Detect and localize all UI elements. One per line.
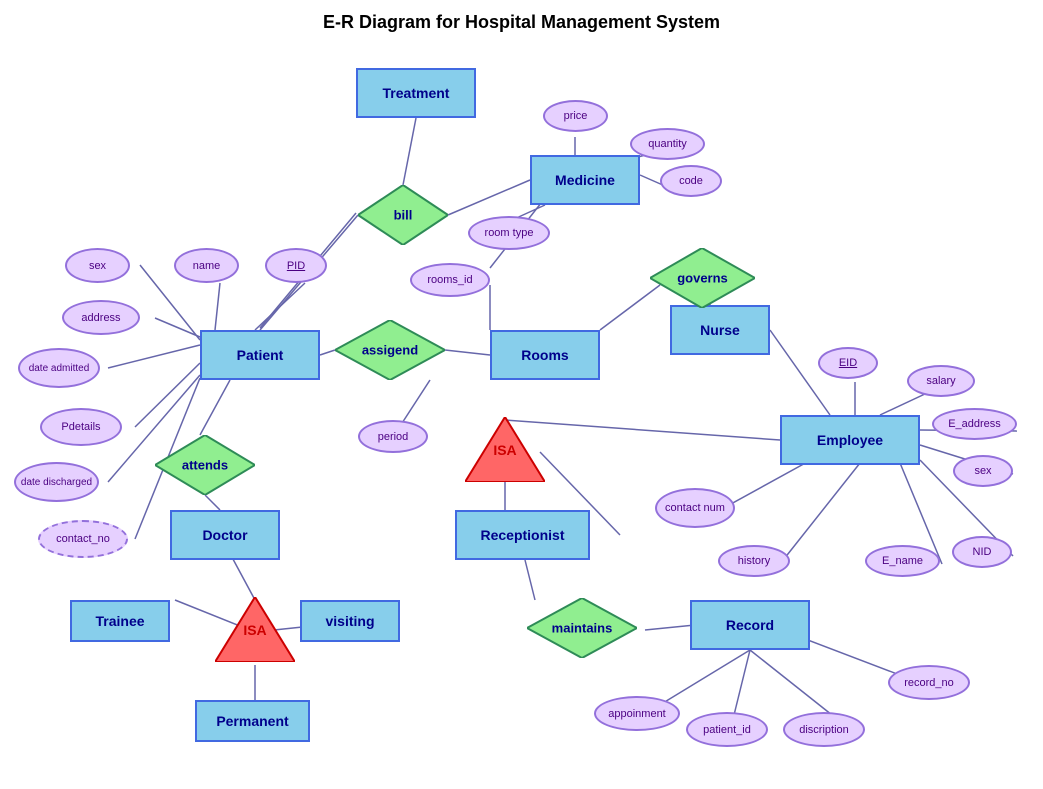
attr-contact-num: contact num xyxy=(655,488,735,528)
entity-rooms: Rooms xyxy=(490,330,600,380)
attr-salary: salary xyxy=(907,365,975,397)
attr-sex: sex xyxy=(65,248,130,283)
attr-e-address: E_address xyxy=(932,408,1017,440)
attr-period: period xyxy=(358,420,428,453)
entity-record: Record xyxy=(690,600,810,650)
attr-contact-no: contact_no xyxy=(38,520,128,558)
entity-permanent: Permanent xyxy=(195,700,310,742)
attr-sex2: sex xyxy=(953,455,1013,487)
entity-visiting: visiting xyxy=(300,600,400,642)
isa-employee-label: ISA xyxy=(493,442,516,458)
attr-date-discharged: date discharged xyxy=(14,462,99,502)
er-diagram: E-R Diagram for Hospital Management Syst… xyxy=(0,0,1043,789)
diamond-assigend: assigend xyxy=(335,320,445,380)
entity-employee: Employee xyxy=(780,415,920,465)
diamond-maintains: maintains xyxy=(527,598,637,658)
entity-treatment: Treatment xyxy=(356,68,476,118)
attr-date-admitted: date admitted xyxy=(18,348,100,388)
attr-pid: PID xyxy=(265,248,327,283)
attr-room-type: room type xyxy=(468,216,550,250)
diamond-bill: bill xyxy=(358,185,448,245)
diagram-title: E-R Diagram for Hospital Management Syst… xyxy=(0,12,1043,33)
entity-nurse: Nurse xyxy=(670,305,770,355)
entity-trainee: Trainee xyxy=(70,600,170,642)
isa-doctor: ISA xyxy=(215,597,295,662)
entity-patient: Patient xyxy=(200,330,320,380)
attr-price: price xyxy=(543,100,608,132)
attr-history: history xyxy=(718,545,790,577)
diamond-governs: governs xyxy=(650,248,755,308)
entity-doctor: Doctor xyxy=(170,510,280,560)
attr-code: code xyxy=(660,165,722,197)
attr-pdetails: Pdetails xyxy=(40,408,122,446)
diamond-maintains-label: maintains xyxy=(527,621,637,636)
attr-e-name: E_name xyxy=(865,545,940,577)
attr-quantity: quantity xyxy=(630,128,705,160)
isa-doctor-label: ISA xyxy=(243,622,266,638)
attr-nid: NID xyxy=(952,536,1012,568)
attr-appoinment: appoinment xyxy=(594,696,680,731)
diamond-governs-label: governs xyxy=(650,271,755,286)
isa-employee: ISA xyxy=(465,417,545,482)
entity-medicine: Medicine xyxy=(530,155,640,205)
attr-rooms-id: rooms_id xyxy=(410,263,490,297)
entity-receptionist: Receptionist xyxy=(455,510,590,560)
diamond-bill-label: bill xyxy=(358,208,448,223)
attr-eid: EID xyxy=(818,347,878,379)
attr-name: name xyxy=(174,248,239,283)
attr-patient-id: patient_id xyxy=(686,712,768,747)
diamond-assigend-label: assigend xyxy=(335,343,445,358)
diamond-attends: attends xyxy=(155,435,255,495)
diamond-attends-label: attends xyxy=(155,458,255,473)
attr-address: address xyxy=(62,300,140,335)
attr-discription: discription xyxy=(783,712,865,747)
attr-record-no: record_no xyxy=(888,665,970,700)
